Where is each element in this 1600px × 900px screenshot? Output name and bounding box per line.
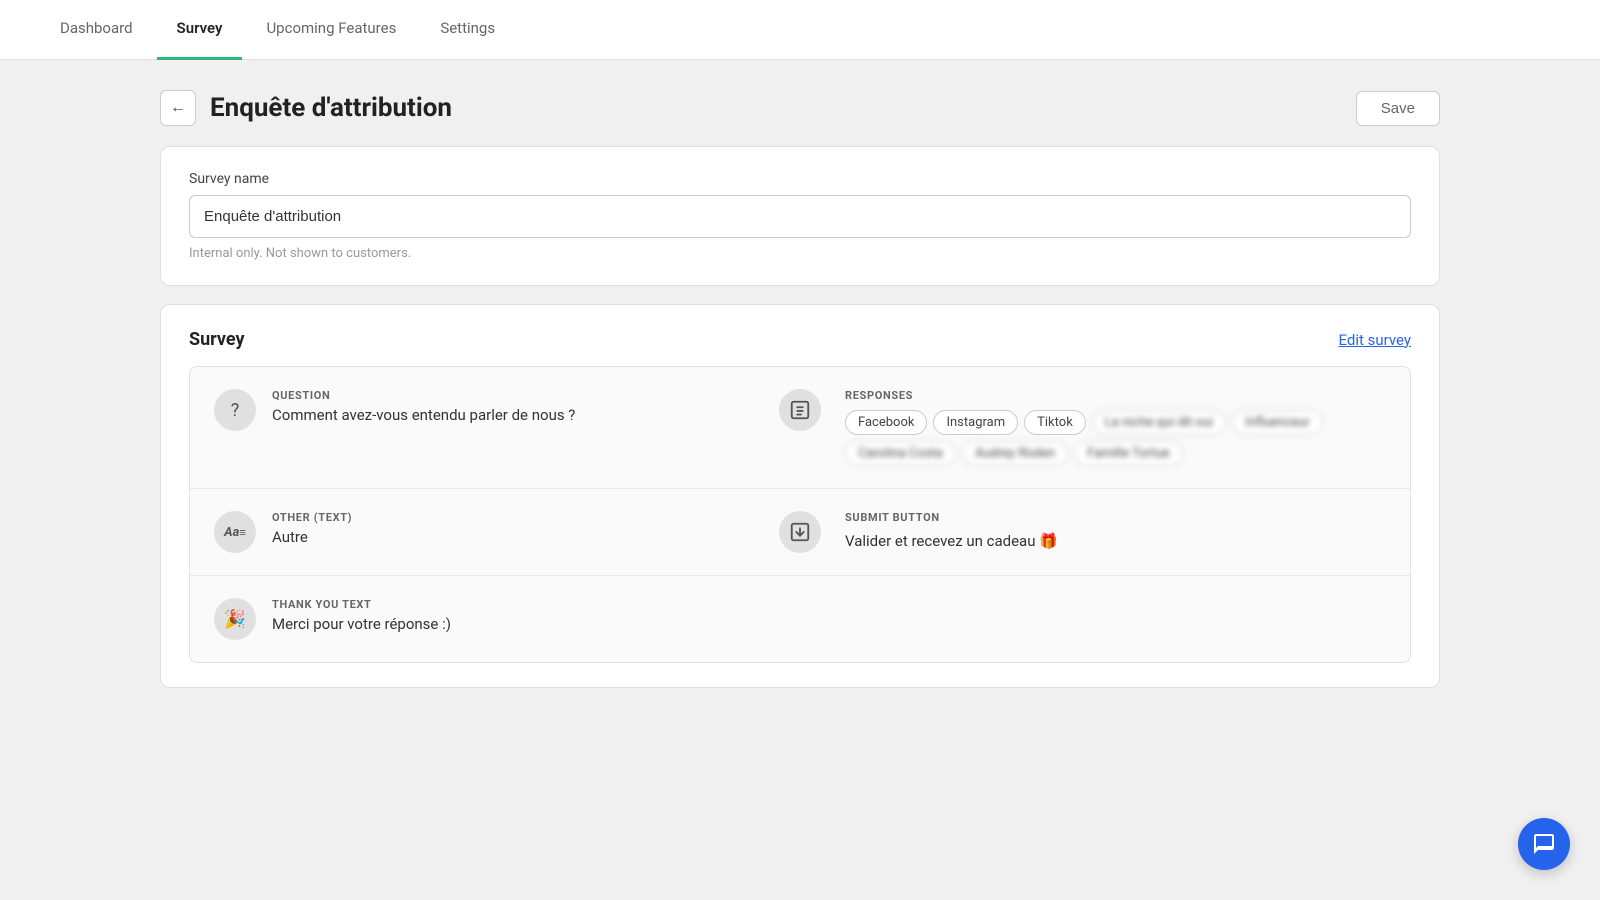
tag-famille: Famille Tortue (1074, 441, 1182, 466)
thankyou-value: Merci pour votre réponse :) (272, 615, 800, 633)
question-content: QUESTION Comment avez-vous entendu parle… (272, 389, 755, 424)
tab-settings[interactable]: Settings (420, 0, 515, 60)
top-navigation: Dashboard Survey Upcoming Features Setti… (0, 0, 1600, 60)
submit-value: Valider et recevez un cadeau 🎁 (845, 532, 1386, 550)
submit-right: SUBMIT BUTTON Valider et recevez un cade… (845, 511, 1386, 550)
thankyou-content: THANK YOU TEXT Merci pour votre réponse … (272, 598, 800, 633)
question-icon: ? (214, 389, 256, 431)
survey-name-input[interactable] (189, 195, 1411, 238)
tag-influenceur: Influenceur (1232, 410, 1323, 435)
survey-section-title: Survey (189, 329, 245, 350)
save-button[interactable]: Save (1356, 91, 1440, 126)
question-row: ? QUESTION Comment avez-vous entendu par… (190, 367, 1410, 489)
tab-dashboard[interactable]: Dashboard (40, 0, 153, 60)
tag-audrey: Audrey Roden (962, 441, 1068, 466)
thankyou-icon: 🎉 (214, 598, 256, 640)
thankyou-label: THANK YOU TEXT (272, 598, 800, 611)
other-icon: Aa≡ (214, 511, 256, 553)
submit-label: SUBMIT BUTTON (845, 511, 1386, 524)
other-mid-icon (779, 511, 821, 553)
responses-label: RESPONSES (845, 389, 1386, 402)
other-value: Autre (272, 528, 755, 546)
survey-inner: ? QUESTION Comment avez-vous entendu par… (189, 366, 1411, 663)
thankyou-row: 🎉 THANK YOU TEXT Merci pour votre répons… (190, 576, 1410, 662)
page-title: Enquête d'attribution (210, 93, 452, 123)
responses-col: RESPONSES Facebook Instagram Tiktok La n… (845, 389, 1386, 466)
tag-carolina: Carolina Costa (845, 441, 956, 466)
tab-survey[interactable]: Survey (157, 0, 243, 60)
tags-container: Facebook Instagram Tiktok La niche qui d… (845, 410, 1386, 466)
back-button[interactable]: ← (160, 90, 196, 126)
question-value: Comment avez-vous entendu parler de nous… (272, 406, 755, 424)
tag-instagram: Instagram (933, 410, 1018, 435)
header-left: ← Enquête d'attribution (160, 90, 452, 126)
other-left: Aa≡ OTHER (TEXT) Autre (214, 511, 755, 553)
tag-tiktok: Tiktok (1024, 410, 1086, 435)
question-mid-icon (779, 389, 821, 431)
edit-survey-link[interactable]: Edit survey (1339, 331, 1411, 349)
responses-right: RESPONSES Facebook Instagram Tiktok La n… (845, 389, 1386, 466)
tag-facebook: Facebook (845, 410, 927, 435)
other-label: OTHER (TEXT) (272, 511, 755, 524)
question-label: QUESTION (272, 389, 755, 402)
other-content: OTHER (TEXT) Autre (272, 511, 755, 546)
submit-col: SUBMIT BUTTON Valider et recevez un cade… (845, 511, 1386, 550)
survey-section-card: Survey Edit survey ? QUESTION Comment av… (160, 304, 1440, 688)
question-left: ? QUESTION Comment avez-vous entendu par… (214, 389, 755, 431)
chat-button[interactable] (1518, 818, 1570, 870)
tag-niche: La niche qui dit oui (1092, 410, 1226, 435)
survey-card-header: Survey Edit survey (189, 329, 1411, 350)
survey-name-hint: Internal only. Not shown to customers. (189, 246, 1411, 261)
main-content: ← Enquête d'attribution Save Survey name… (0, 60, 1600, 900)
tab-upcoming[interactable]: Upcoming Features (246, 0, 416, 60)
page-header: ← Enquête d'attribution Save (160, 90, 1440, 126)
survey-name-label: Survey name (189, 171, 1411, 187)
survey-name-card: Survey name Internal only. Not shown to … (160, 146, 1440, 286)
other-submit-row: Aa≡ OTHER (TEXT) Autre SUBMIT BUTTON (190, 489, 1410, 576)
thankyou-left: 🎉 THANK YOU TEXT Merci pour votre répons… (214, 598, 800, 640)
